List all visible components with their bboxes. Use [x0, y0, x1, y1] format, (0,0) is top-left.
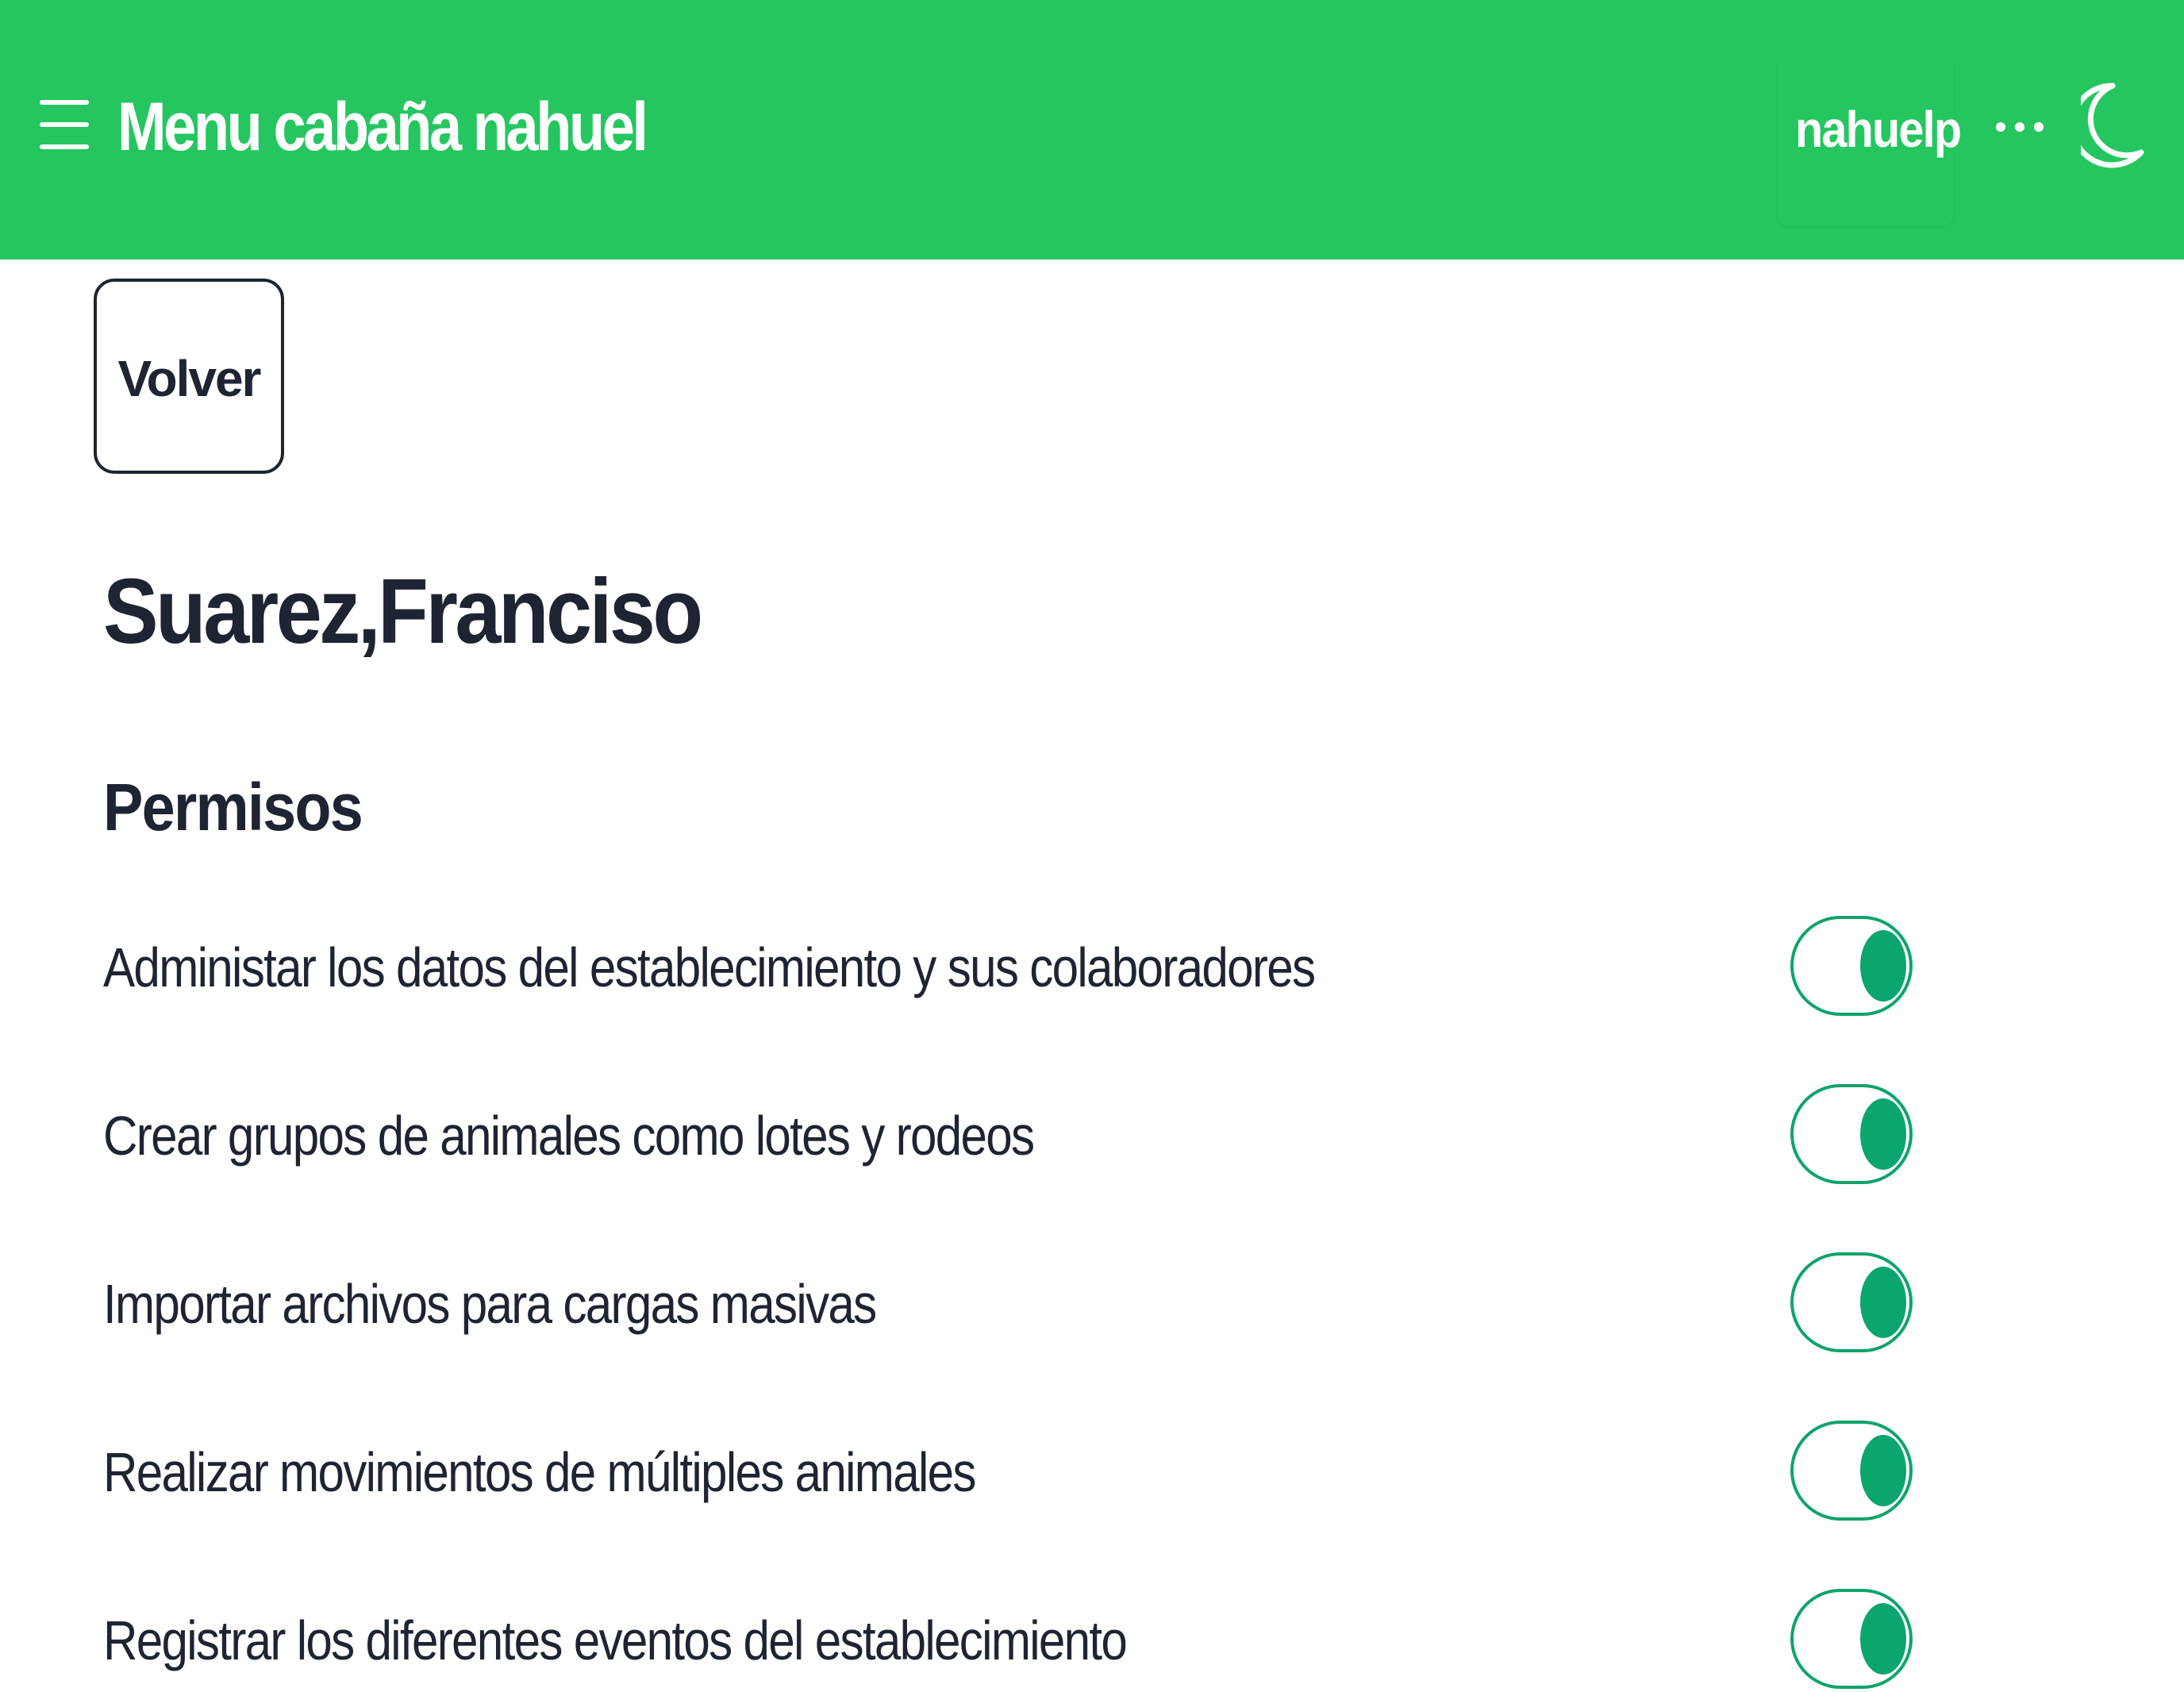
hamburger-icon[interactable]	[40, 98, 89, 151]
toggle-knob	[1860, 1267, 1906, 1338]
back-button-label: Volver	[117, 350, 262, 407]
permission-row: Realizar movimientos de múltiples animal…	[0, 1421, 2184, 1524]
permission-row: Crear grupos de animales como lotes y ro…	[0, 1084, 2184, 1187]
top-app-bar: Menu cabaña nahuel nahuelp	[0, 0, 2184, 260]
username-label[interactable]: nahuelp	[1795, 94, 1962, 165]
permission-toggle[interactable]	[1790, 1589, 1913, 1689]
permission-row: Importar archivos para cargas masivas	[0, 1252, 2184, 1356]
back-button[interactable]: Volver	[94, 279, 284, 474]
permission-row: Registrar los diferentes eventos del est…	[0, 1589, 2184, 1692]
page-title: Suarez,Franciso	[103, 560, 703, 663]
permission-label: Crear grupos de animales como lotes y ro…	[103, 1105, 1035, 1167]
app-title: Menu cabaña nahuel	[117, 89, 648, 165]
permission-label: Realizar movimientos de múltiples animal…	[103, 1441, 977, 1503]
permissions-heading: Permisos	[103, 770, 363, 844]
permission-label: Registrar los diferentes eventos del est…	[103, 1609, 1128, 1671]
toggle-knob	[1860, 1098, 1906, 1170]
toggle-knob	[1860, 1435, 1906, 1506]
permission-row: Administar los datos del establecimiento…	[0, 916, 2184, 1019]
permission-toggle[interactable]	[1790, 916, 1913, 1016]
permission-toggle[interactable]	[1790, 1252, 1913, 1352]
permission-label: Importar archivos para cargas masivas	[103, 1273, 877, 1335]
ellipsis-icon[interactable]	[1992, 111, 2048, 143]
moon-icon[interactable]	[2069, 79, 2144, 171]
permission-toggle[interactable]	[1790, 1084, 1913, 1184]
permission-label: Administar los datos del establecimiento…	[103, 936, 1316, 998]
toggle-knob	[1860, 930, 1906, 1002]
toggle-knob	[1860, 1603, 1906, 1675]
permission-toggle[interactable]	[1790, 1421, 1913, 1521]
